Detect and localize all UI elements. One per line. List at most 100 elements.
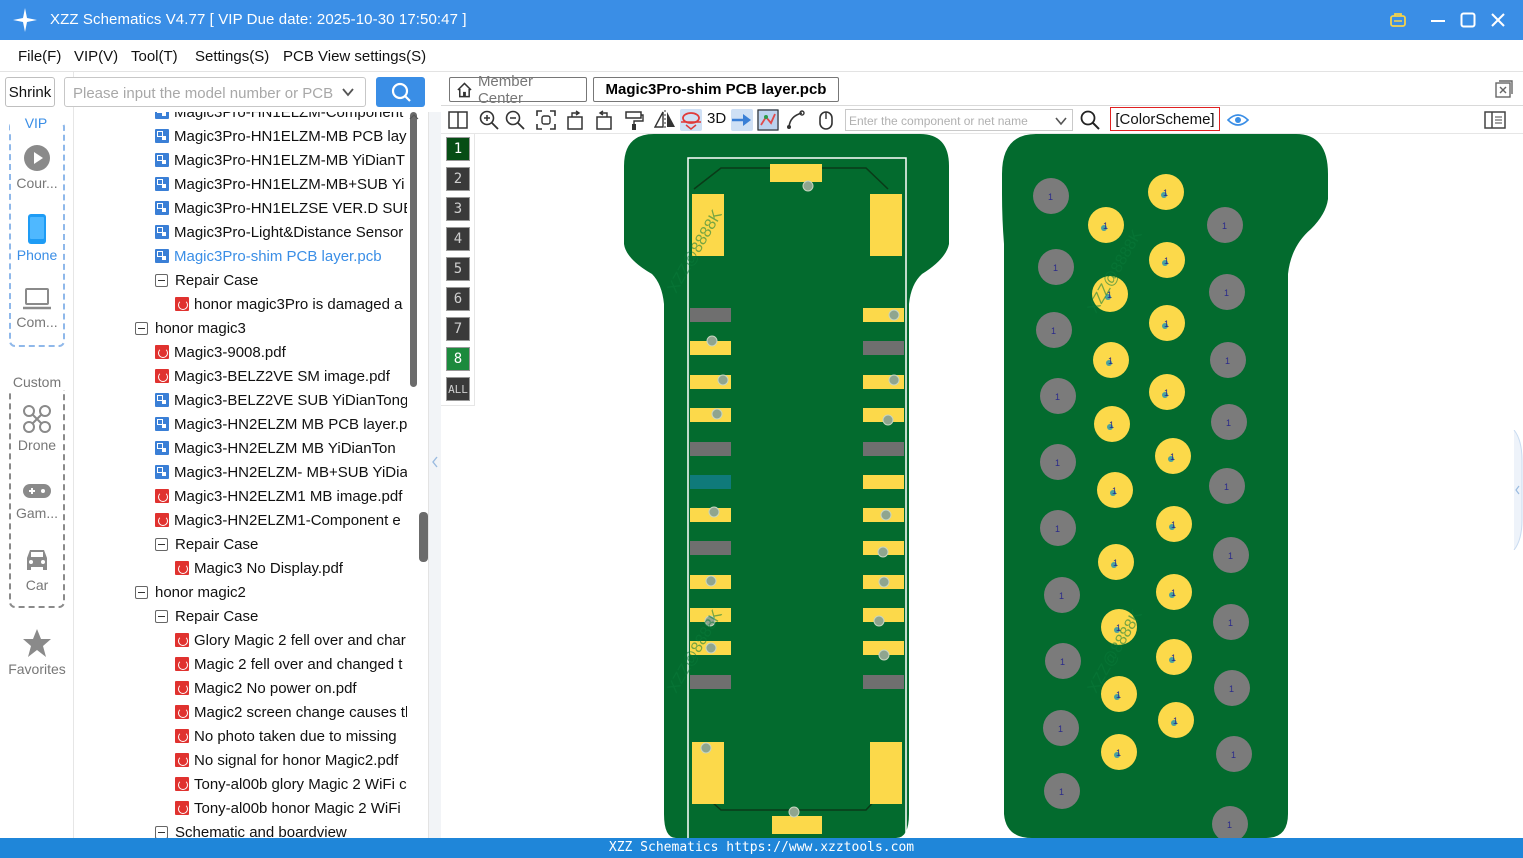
layer-button-all[interactable]: ALL: [446, 377, 470, 401]
tree-file[interactable]: Magic3Pro-HN1ELZM-MB PCB lay: [155, 124, 407, 148]
via-dot[interactable]: [802, 180, 814, 192]
tree-file[interactable]: No photo taken due to missing: [175, 724, 397, 748]
layer-button-5[interactable]: 5: [446, 257, 470, 281]
via-dot[interactable]: [706, 335, 718, 347]
tree-folder[interactable]: Repair Case: [155, 268, 258, 292]
pin-pad-left[interactable]: [690, 408, 731, 422]
tree-folder[interactable]: honor magic2: [135, 580, 246, 604]
close-icon[interactable]: [1486, 8, 1510, 32]
tree-file[interactable]: Magic3-HN2ELZM MB YiDianTon: [155, 436, 396, 460]
large-pad[interactable]: [772, 816, 822, 834]
tree-file[interactable]: Magic3-HN2ELZM MB PCB layer.p: [155, 412, 407, 436]
pin-pad-right[interactable]: [863, 341, 904, 355]
tree-file[interactable]: Magic3-BELZ2VE SM image.pdf: [155, 364, 390, 388]
tree-file[interactable]: Magic2 No power on.pdf: [175, 676, 357, 700]
tree-file[interactable]: Magic3-HN2ELZM1 MB image.pdf: [155, 484, 402, 508]
tree-file[interactable]: Magic2 screen change causes tl: [175, 700, 407, 724]
pcb-drawing[interactable]: 11111111111111111111111111111111111111XZ…: [476, 134, 1523, 838]
tree-file[interactable]: Magic3Pro-Light&Distance Sensor: [155, 220, 403, 244]
tree-folder[interactable]: honor magic3: [135, 316, 246, 340]
chevron-down-icon[interactable]: [341, 85, 355, 99]
tree-file[interactable]: Magic3Pro-HN1ELZM-MB+SUB Yi: [155, 172, 404, 196]
menu-file[interactable]: File(F): [18, 48, 61, 65]
tree-file[interactable]: Tony-al00b glory Magic 2 WiFi c: [175, 772, 407, 796]
layer-button-7[interactable]: 7: [446, 317, 470, 341]
show-traces-icon[interactable]: [757, 109, 779, 131]
zoom-in-icon[interactable]: [478, 109, 500, 131]
flip-board-icon[interactable]: [680, 109, 702, 131]
tree-file[interactable]: Magic3-HN2ELZM1-Component e: [155, 508, 401, 532]
via-dot[interactable]: [882, 414, 894, 426]
layer-button-4[interactable]: 4: [446, 227, 470, 251]
shrink-button[interactable]: Shrink: [5, 77, 55, 107]
net-search-field[interactable]: [845, 109, 1073, 131]
via-dot[interactable]: [878, 576, 890, 588]
scroll-up-icon[interactable]: [409, 112, 419, 122]
layer-button-8[interactable]: 8: [446, 347, 470, 371]
layer-button-3[interactable]: 3: [446, 197, 470, 221]
collapse-toggle-icon[interactable]: [155, 273, 168, 287]
pin-pad-left[interactable]: [690, 442, 731, 456]
net-search-icon[interactable]: [1079, 109, 1101, 131]
via-dot[interactable]: [717, 374, 729, 386]
eye-icon[interactable]: [1227, 109, 1249, 131]
collapse-toggle-icon[interactable]: [155, 537, 168, 551]
menu-vip[interactable]: VIP(V): [74, 48, 118, 65]
rail-item-car[interactable]: Car: [0, 546, 74, 593]
view-3d-button[interactable]: 3D: [707, 110, 726, 127]
via-dot[interactable]: [873, 615, 885, 627]
pin-pad-right[interactable]: [863, 675, 904, 689]
tree-file[interactable]: Magic3Pro-shim PCB layer.pcb: [155, 244, 382, 268]
collapse-toggle-icon[interactable]: [155, 825, 168, 838]
menu-settings[interactable]: Settings(S): [195, 48, 269, 65]
side-panel-toggle-icon[interactable]: [1484, 109, 1506, 131]
tree-file[interactable]: honor magic3Pro is damaged a: [175, 292, 402, 316]
tree-file[interactable]: Magic3-9008.pdf: [155, 340, 286, 364]
via-dot[interactable]: [711, 408, 723, 420]
mouse-mode-icon[interactable]: [815, 109, 837, 131]
collapse-toggle-icon[interactable]: [135, 321, 148, 335]
tab-active-pcb[interactable]: Magic3Pro-shim PCB layer.pcb: [593, 77, 839, 102]
minimize-icon[interactable]: [1426, 8, 1450, 32]
rail-item-favorites[interactable]: Favorites: [0, 628, 74, 677]
pin-pad-left[interactable]: [690, 475, 731, 489]
via-dot[interactable]: [880, 509, 892, 521]
tree-file[interactable]: No signal for honor Magic2.pdf: [175, 748, 398, 772]
layer-button-1[interactable]: 1: [446, 137, 470, 161]
pin-pad-right[interactable]: [863, 475, 904, 489]
tree-file[interactable]: Magic3 No Display.pdf: [175, 556, 343, 580]
rail-item-drone[interactable]: Drone: [0, 404, 74, 453]
pin-pad-right[interactable]: [863, 442, 904, 456]
split-view-icon[interactable]: [447, 109, 469, 131]
layer-button-2[interactable]: 2: [446, 167, 470, 191]
model-search-field[interactable]: [64, 77, 366, 107]
collapse-toggle-icon[interactable]: [155, 609, 168, 623]
large-pad[interactable]: [870, 742, 902, 804]
tab-member-center[interactable]: Member Center: [449, 73, 587, 107]
pin-pad-left[interactable]: [690, 541, 731, 555]
via-dot[interactable]: [708, 506, 720, 518]
tree-file[interactable]: Glory Magic 2 fell over and char: [175, 628, 406, 652]
tree-scrollbar-thumb[interactable]: [410, 112, 417, 387]
maximize-icon[interactable]: [1456, 8, 1480, 32]
rail-item-game[interactable]: Gam...: [0, 480, 74, 521]
pin-pad-left[interactable]: [690, 308, 731, 322]
format-brush-icon[interactable]: [623, 109, 645, 131]
rail-item-phone[interactable]: Phone: [0, 214, 74, 263]
large-pad[interactable]: [870, 194, 902, 256]
via-dot[interactable]: [888, 309, 900, 321]
net-search-input[interactable]: [849, 113, 1049, 128]
color-scheme-button[interactable]: [ColorScheme]: [1110, 107, 1220, 131]
tree-file[interactable]: Magic3Pro-HN1ELZM-Component: [155, 112, 403, 124]
layer-button-6[interactable]: 6: [446, 287, 470, 311]
chevron-down-icon[interactable]: [1054, 114, 1068, 128]
tree-file[interactable]: Tony-al00b honor Magic 2 WiFi: [175, 796, 401, 820]
tree-folder[interactable]: Repair Case: [155, 604, 258, 628]
highlight-net-icon[interactable]: [731, 109, 753, 131]
tree-file[interactable]: Magic3-BELZ2VE SUB YiDianTong.: [155, 388, 407, 412]
tree-file[interactable]: Magic3-HN2ELZM- MB+SUB YiDia: [155, 460, 407, 484]
close-all-tabs-icon[interactable]: [1495, 80, 1513, 98]
via-dot[interactable]: [700, 742, 712, 754]
model-search-input[interactable]: [73, 83, 333, 103]
via-dot[interactable]: [888, 374, 900, 386]
